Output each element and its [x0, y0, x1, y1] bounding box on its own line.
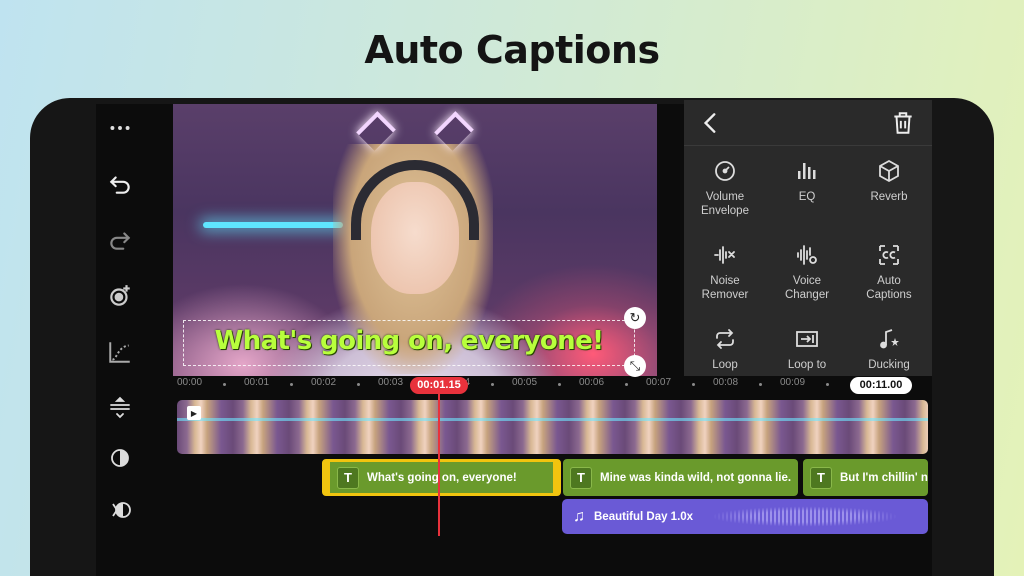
total-time-badge: 00:11.00	[850, 377, 912, 394]
layers-expand-icon[interactable]	[104, 392, 136, 424]
audio-clip[interactable]: ♫ Beautiful Day 1.0x	[562, 499, 928, 534]
text-icon: T	[810, 466, 832, 489]
ruler-dot	[491, 383, 494, 386]
caption-clip[interactable]: T But I'm chillin' no	[803, 459, 928, 496]
tool-label: Auto Captions	[866, 275, 912, 301]
resize-handle-icon[interactable]: ⤡	[624, 355, 646, 377]
ruler-dot	[223, 383, 226, 386]
tool-volume-envelope[interactable]: Volume Envelope	[684, 156, 766, 218]
cc-icon	[848, 240, 930, 270]
text-icon: T	[570, 466, 592, 489]
current-time-badge[interactable]: 00:01.15	[410, 377, 468, 394]
caption-clip-label: Mine was kinda wild, not gonna lie.	[600, 471, 792, 484]
tool-label: Ducking	[868, 359, 910, 371]
ruler-dot	[290, 383, 293, 386]
tool-label: Voice Changer	[784, 275, 830, 301]
loop-icon	[684, 324, 766, 354]
headline: Auto Captions	[364, 28, 660, 72]
gauge-icon	[684, 156, 766, 186]
ruler-tick: 00:07	[646, 377, 672, 388]
tool-noise-remover[interactable]: Noise Remover	[684, 240, 766, 302]
redo-icon[interactable]	[102, 222, 138, 258]
loop-to-end-icon	[766, 324, 848, 354]
video-thumb-strip	[177, 418, 928, 421]
ruler-tick: 00:02	[311, 377, 337, 388]
ruler-dot	[759, 383, 762, 386]
caption-clip-label: What's going on, everyone!	[367, 471, 517, 484]
ruler-tick: 00:06	[579, 377, 605, 388]
panel-header	[684, 100, 932, 146]
tool-label: EQ	[798, 191, 816, 203]
playhead[interactable]	[438, 394, 440, 536]
ruler-dot	[357, 383, 360, 386]
ruler-dot	[558, 383, 561, 386]
chevron-left-icon[interactable]	[698, 110, 724, 136]
voice-wave-icon	[766, 240, 848, 270]
neon-light	[203, 222, 343, 228]
ruler-tick: 00:01	[244, 377, 270, 388]
audio-clip-label: Beautiful Day 1.0x	[594, 510, 694, 523]
tool-auto-captions[interactable]: Auto Captions	[848, 240, 930, 302]
ruler-tick: 00:09	[780, 377, 806, 388]
eq-bars-icon	[766, 156, 848, 186]
undo-icon[interactable]	[102, 166, 138, 202]
audio-tools-panel: Volume Envelope EQ Reverb Noise Remover …	[684, 100, 932, 376]
music-star-icon	[848, 324, 930, 354]
tool-ducking[interactable]: Ducking	[848, 324, 930, 372]
caption-clip-label: But I'm chillin' no	[840, 471, 928, 484]
audio-waveform	[682, 503, 928, 530]
tool-label: Loop to	[787, 359, 827, 371]
tool-loop-to[interactable]: Loop to	[766, 324, 848, 372]
ruler-dot	[625, 383, 628, 386]
tool-label: Noise Remover	[701, 275, 749, 301]
tool-label: Loop	[712, 359, 738, 371]
video-clip-track[interactable]	[177, 400, 928, 454]
text-icon: T	[337, 466, 359, 489]
tool-eq[interactable]: EQ	[766, 156, 848, 204]
keyframe-add-icon[interactable]	[102, 278, 138, 314]
cube-icon	[848, 156, 930, 186]
fade-out-icon[interactable]	[104, 494, 136, 526]
fade-in-icon[interactable]	[104, 442, 136, 474]
tool-label: Reverb	[870, 191, 908, 203]
ruler-tick: 00:05	[512, 377, 538, 388]
ruler-tick: 00:03	[378, 377, 404, 388]
tool-label: Volume Envelope	[701, 191, 749, 217]
more-icon[interactable]	[102, 110, 138, 146]
ruler-tick: 00:08	[713, 377, 739, 388]
caption-clip-selected[interactable]: T What's going on, everyone!	[322, 459, 561, 496]
caption-clip[interactable]: T Mine was kinda wild, not gonna lie.	[563, 459, 798, 496]
tool-reverb[interactable]: Reverb	[848, 156, 930, 204]
curve-icon[interactable]	[102, 334, 138, 370]
tool-voice-changer[interactable]: Voice Changer	[766, 240, 848, 302]
timeline-ruler[interactable]: 00:00 00:01 00:02 00:03 00:04 00:05 00:0…	[173, 377, 929, 393]
ruler-dot	[826, 383, 829, 386]
rotate-handle-icon[interactable]: ↻	[624, 307, 646, 329]
trash-icon[interactable]	[890, 110, 916, 136]
music-note-icon: ♫	[573, 507, 585, 525]
waveform-x-icon	[684, 240, 766, 270]
caption-text[interactable]: What's going on, everyone!	[183, 326, 635, 356]
tool-loop[interactable]: Loop	[684, 324, 766, 372]
ruler-tick: 00:00	[177, 377, 203, 388]
play-icon: ▶	[187, 406, 201, 420]
ruler-dot	[692, 383, 695, 386]
